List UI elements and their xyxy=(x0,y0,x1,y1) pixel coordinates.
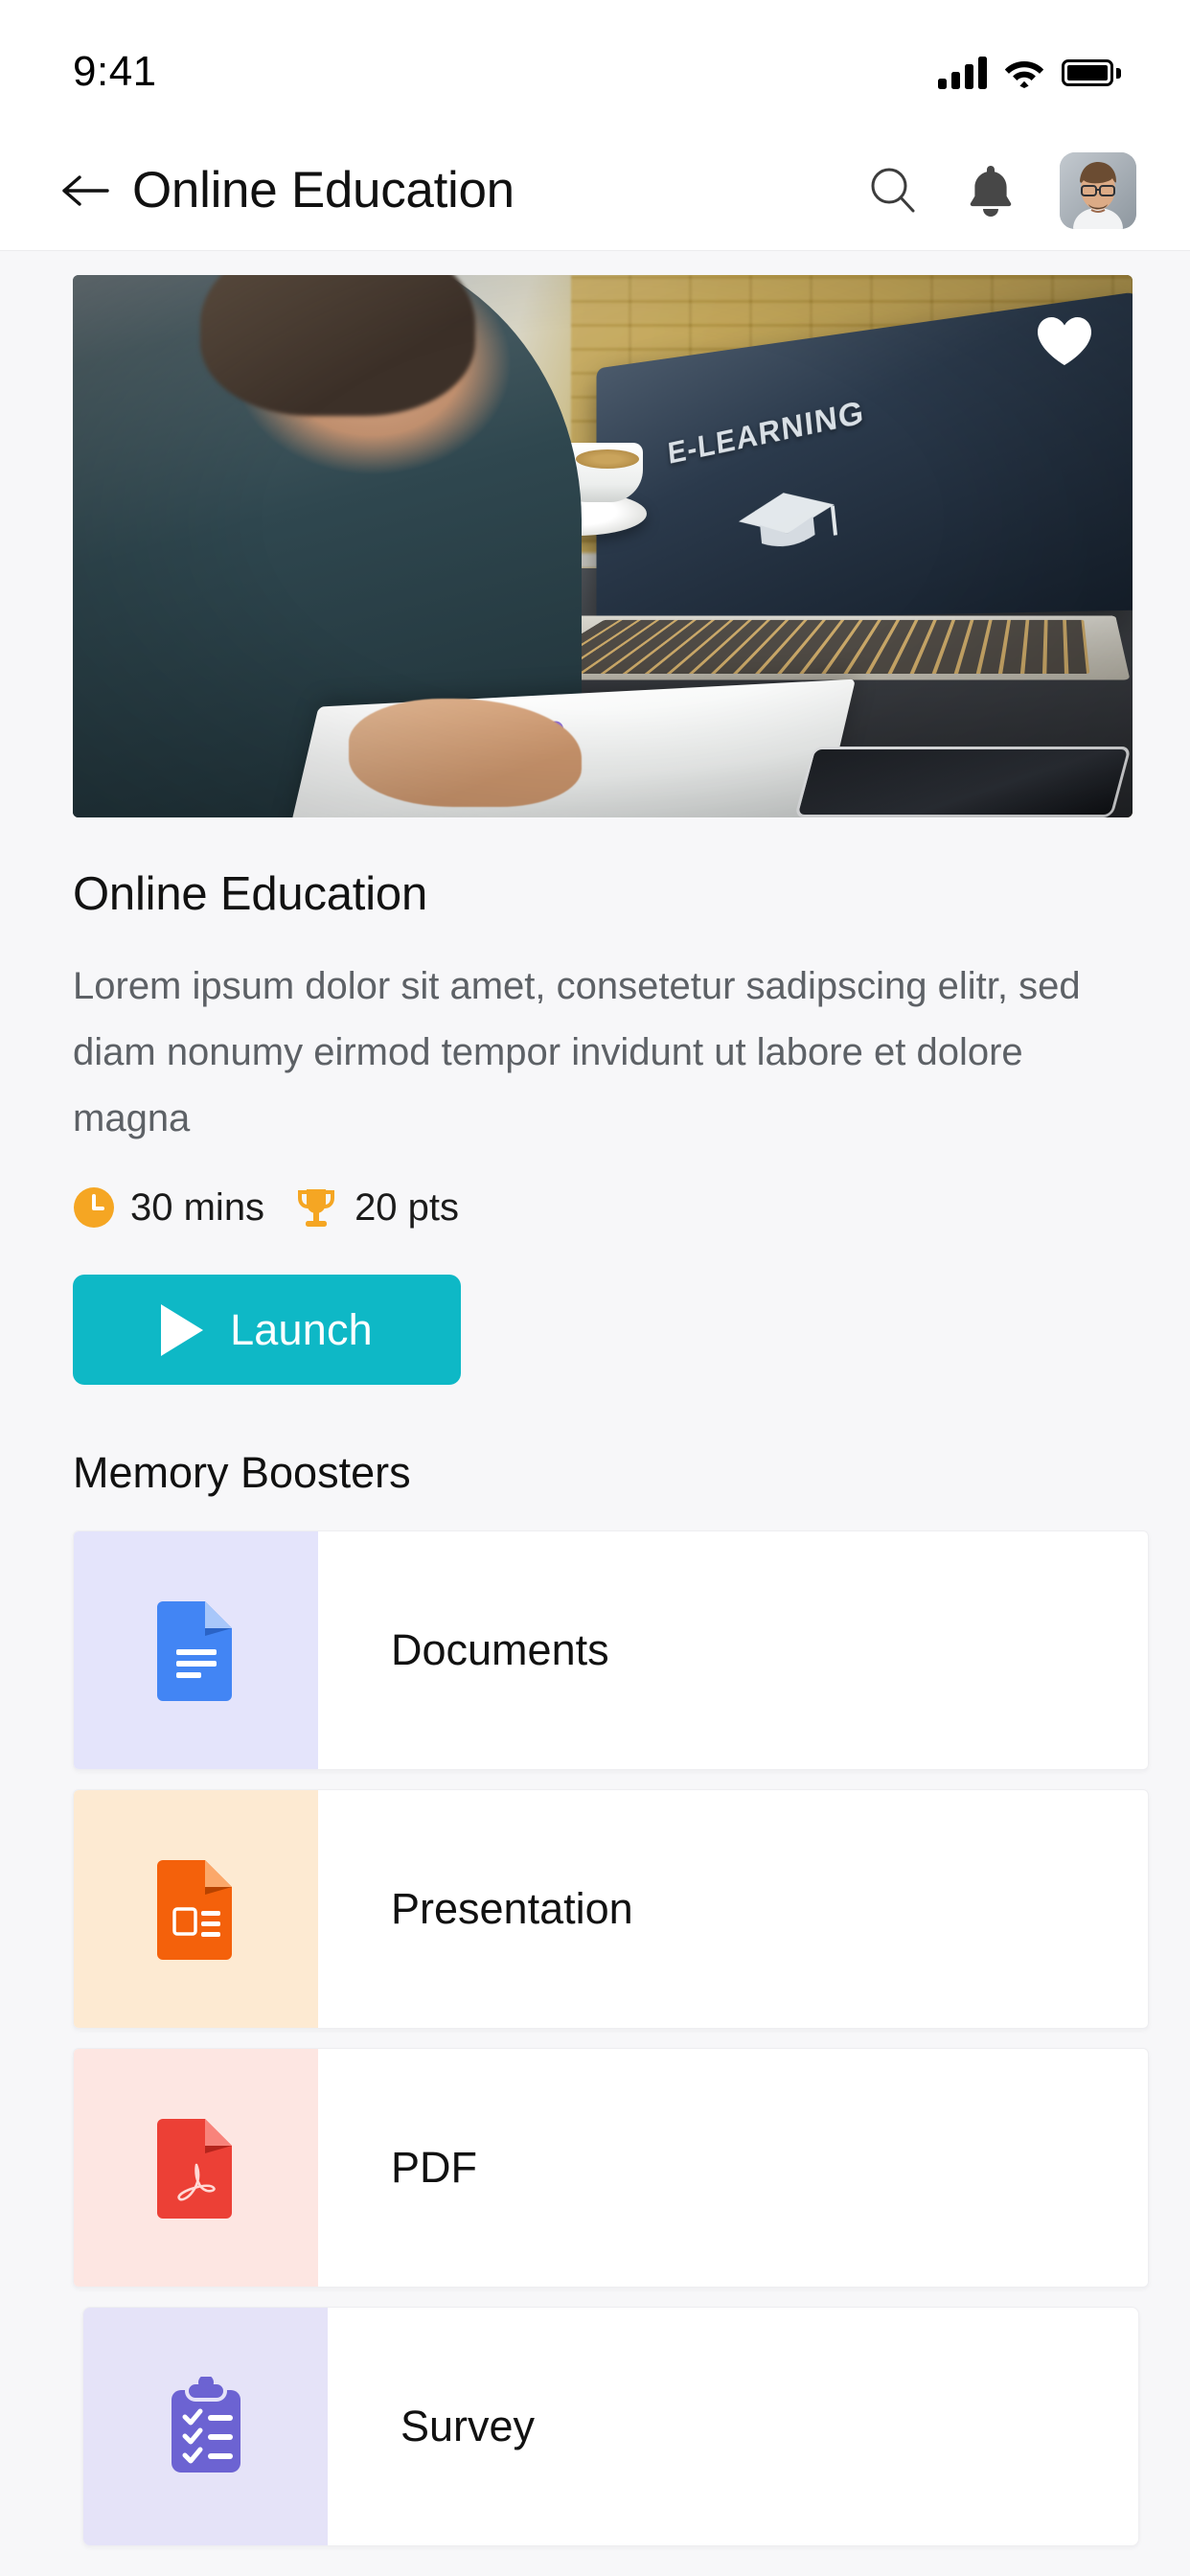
booster-item-pdf[interactable]: PDF xyxy=(73,2048,1149,2288)
booster-item-documents[interactable]: Documents xyxy=(73,1530,1149,1770)
meta-duration: 30 mins xyxy=(73,1186,264,1230)
app-bar: Online Education xyxy=(0,130,1190,251)
cellular-signal-icon xyxy=(938,57,987,89)
phone-screen: 9:41 Online Education Online Education L… xyxy=(0,0,1190,2576)
course-meta-row: 30 mins 20 pts xyxy=(73,1184,1117,1230)
google-slides-icon xyxy=(156,1860,232,1960)
status-bar: 9:41 xyxy=(0,0,1190,130)
booster-label: Documents xyxy=(391,1625,609,1674)
app-bar-actions xyxy=(864,151,1136,229)
booster-item-survey[interactable]: Survey xyxy=(82,2307,1139,2546)
wifi-icon xyxy=(1004,61,1044,88)
course-hero-image[interactable]: E-LEARNING xyxy=(73,275,1133,817)
course-description: Lorem ipsum dolor sit amet, consetetur s… xyxy=(73,965,1081,1139)
status-time: 9:41 xyxy=(73,48,157,95)
status-icon-group xyxy=(938,57,1121,89)
meta-points-label: 20 pts xyxy=(355,1185,460,1229)
play-icon xyxy=(161,1303,204,1356)
avatar-photo xyxy=(1060,151,1136,229)
page-title: Online Education xyxy=(132,162,515,218)
hero-photo: E-LEARNING xyxy=(73,275,1133,817)
content-scroll-area[interactable]: E-LEARNING xyxy=(0,251,1190,2575)
favorite-button[interactable] xyxy=(1035,311,1094,371)
meta-duration-label: 30 mins xyxy=(130,1185,265,1229)
google-docs-icon xyxy=(156,1601,232,1701)
trophy-icon xyxy=(298,1189,335,1227)
booster-thumb xyxy=(74,1531,318,1769)
notifications-button[interactable] xyxy=(962,162,1019,219)
course-title: Online Education xyxy=(73,868,427,920)
launch-button-label: Launch xyxy=(230,1304,373,1354)
memory-boosters-heading: Memory Boosters xyxy=(73,1448,411,1497)
booster-thumb xyxy=(74,1790,318,2028)
search-button[interactable] xyxy=(864,162,922,219)
booster-label: PDF xyxy=(391,2143,477,2192)
booster-label: Survey xyxy=(400,2402,536,2450)
pdf-icon xyxy=(156,2119,232,2219)
clock-icon xyxy=(74,1187,114,1228)
avatar[interactable] xyxy=(1060,151,1136,229)
booster-item-presentation[interactable]: Presentation xyxy=(73,1789,1149,2029)
back-arrow-icon[interactable] xyxy=(59,170,111,212)
booster-thumb xyxy=(74,2049,318,2287)
clipboard-checklist-icon xyxy=(171,2377,240,2472)
memory-boosters-list: Documents Presentation PDF Survey xyxy=(0,1530,1190,2546)
launch-button[interactable]: Launch xyxy=(73,1275,461,1385)
booster-label: Presentation xyxy=(391,1884,633,1933)
bell-icon xyxy=(970,165,1012,217)
battery-icon xyxy=(1062,59,1121,86)
meta-points: 20 pts xyxy=(293,1184,459,1230)
heart-icon xyxy=(1038,317,1091,365)
booster-thumb xyxy=(83,2308,328,2545)
search-icon xyxy=(871,168,915,212)
